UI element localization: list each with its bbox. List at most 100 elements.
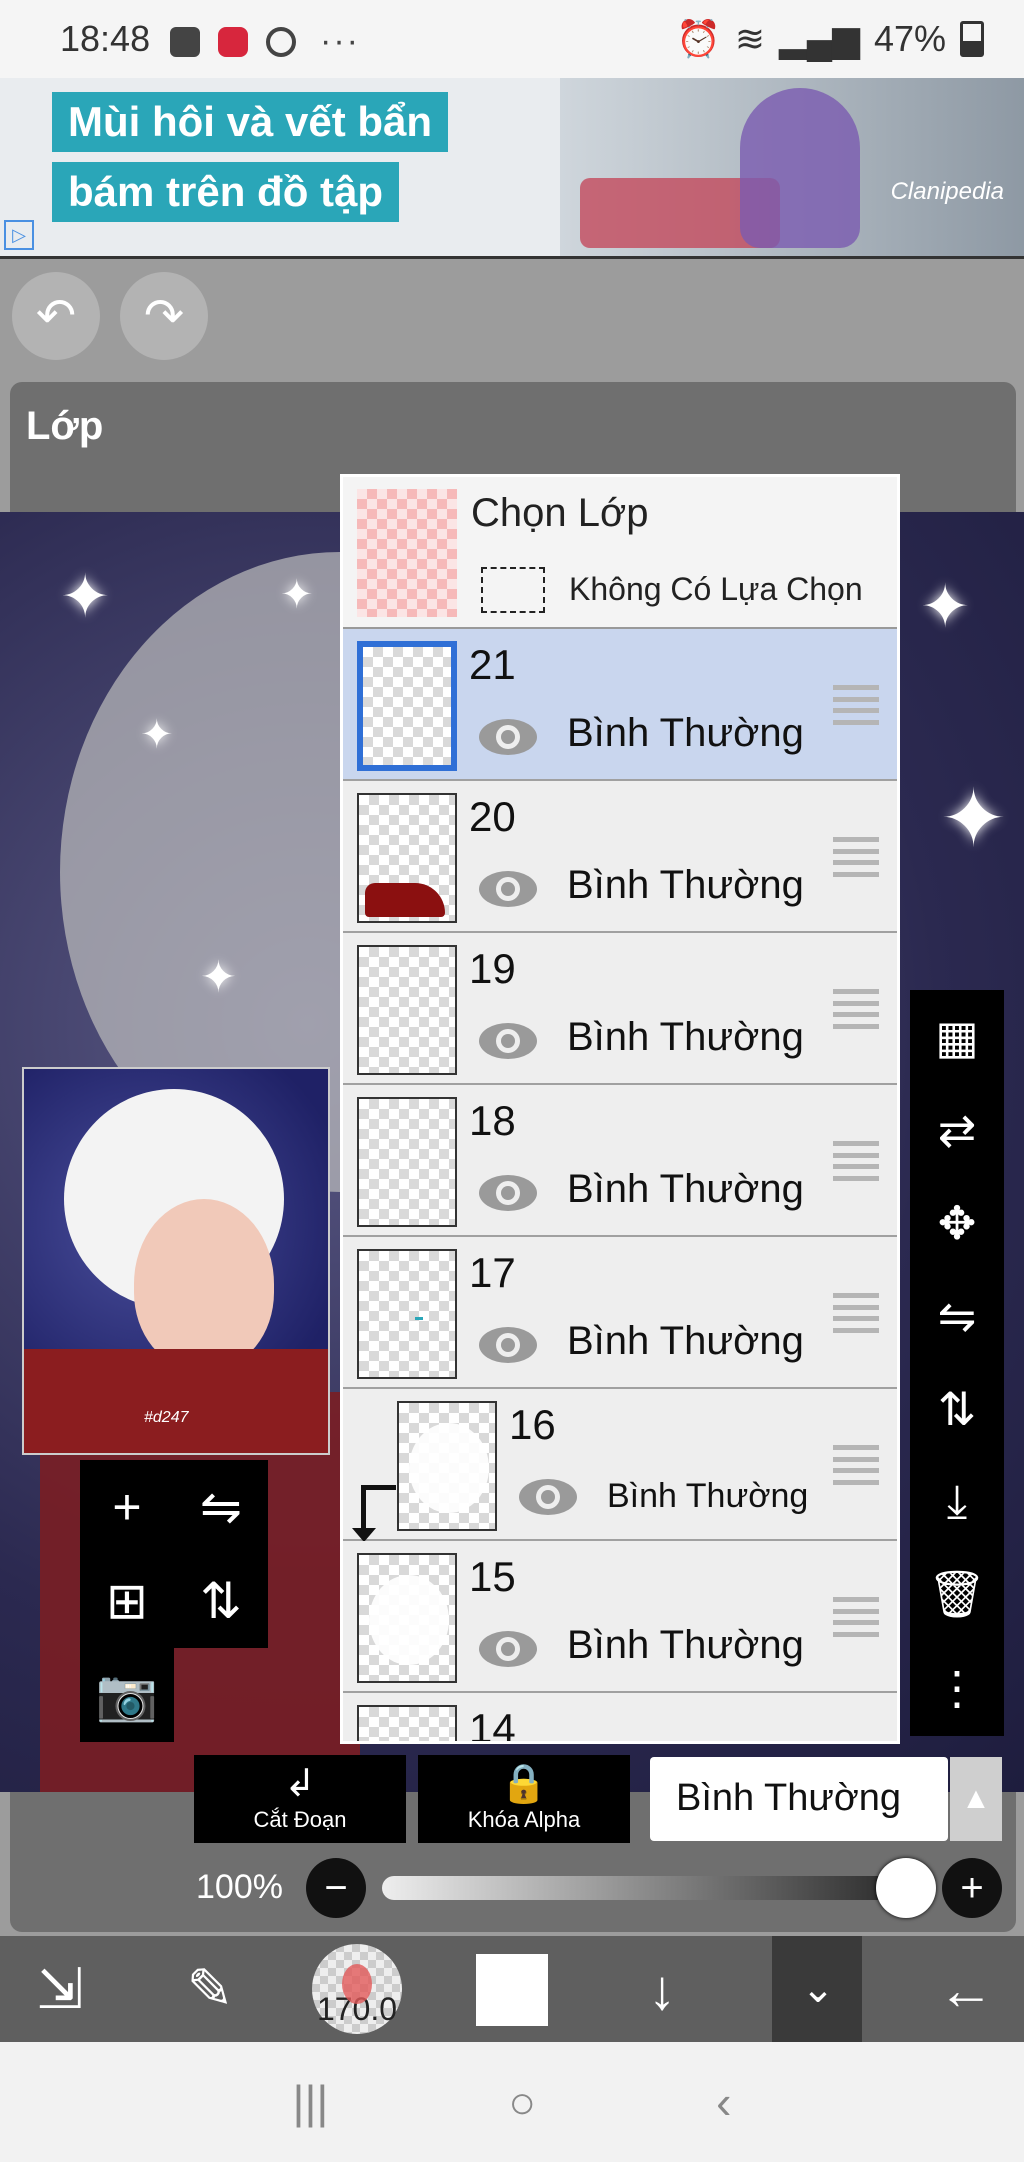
- drag-handle-icon[interactable]: [833, 685, 879, 725]
- drag-handle-icon[interactable]: [833, 837, 879, 877]
- sparkle-icon: ✦: [280, 573, 314, 617]
- alpha-lock-label: Khóa Alpha: [467, 1807, 581, 1832]
- transparency-icon[interactable]: ▦: [910, 990, 1004, 1083]
- thumb-scarf: [24, 1349, 328, 1453]
- redo-button[interactable]: ↷: [120, 272, 208, 360]
- flip-horizontal-icon[interactable]: ⇋: [910, 1269, 1004, 1362]
- more-vertical-icon[interactable]: ⋮: [910, 1641, 1004, 1734]
- down-arrow-icon[interactable]: ↓: [612, 1936, 712, 2042]
- layer-row[interactable]: 14: [343, 1693, 897, 1741]
- trash-icon[interactable]: 🗑: [910, 1548, 1004, 1641]
- color-swatch[interactable]: [476, 1954, 548, 2026]
- drag-handle-icon[interactable]: [833, 1293, 879, 1333]
- ad-line-2: bám trên đồ tập: [52, 162, 400, 222]
- lock-icon: 🔒: [500, 1763, 548, 1805]
- drag-handle-icon[interactable]: [833, 989, 879, 1029]
- layer-number: 15: [469, 1553, 516, 1600]
- ad-line-1: Mùi hôi và vết bẩn: [52, 92, 449, 152]
- panel-title: Lớp: [26, 404, 104, 448]
- right-toolbar: ▦ ⇄ ✥ ⇋ ⇅ ⤓ 🗑 ⋮: [910, 990, 1004, 1736]
- opacity-value: 100%: [196, 1868, 283, 1906]
- layer-toolbox: + ⇋ ⊞ ⇅ 📷: [80, 1460, 268, 1742]
- layer-thumbnail: [357, 793, 457, 923]
- opacity-decrease-button[interactable]: −: [306, 1858, 366, 1918]
- layer-blend-mode: Bình Thường: [567, 1015, 804, 1059]
- brush-size-button[interactable]: 170.0: [312, 1944, 402, 2034]
- layer-row[interactable]: 21 Bình Thường: [343, 629, 897, 781]
- visibility-eye-icon[interactable]: [477, 1323, 539, 1367]
- layer-blend-mode: Bình Thường: [607, 1477, 809, 1515]
- chevron-down-icon[interactable]: ⌄: [768, 1936, 868, 2042]
- clip-button[interactable]: ↲ Cắt Đoạn: [194, 1755, 406, 1843]
- layer-thumbnail: [357, 1553, 457, 1683]
- layer-list[interactable]: Chọn Lớp Không Có Lựa Chọn 21 Bình Thường…: [340, 474, 900, 1744]
- transform-tool-icon[interactable]: ⇲: [10, 1936, 110, 2042]
- alpha-lock-button[interactable]: 🔒 Khóa Alpha: [418, 1755, 630, 1843]
- visibility-eye-icon[interactable]: [477, 715, 539, 759]
- signal-icon: ▂▄▆: [779, 18, 860, 59]
- undo-button[interactable]: ↶: [12, 272, 100, 360]
- selection-marquee-icon: [481, 567, 545, 613]
- layer-row[interactable]: 18 Bình Thường: [343, 1085, 897, 1237]
- layer-row[interactable]: 15 Bình Thường: [343, 1541, 897, 1693]
- more-notifications-icon: ···: [320, 22, 360, 60]
- thumb-signature: #d247: [144, 1409, 189, 1426]
- flip-vertical-icon[interactable]: ⇅: [910, 1362, 1004, 1455]
- battery-percent: 47%: [873, 18, 946, 59]
- back-button[interactable]: ‹: [716, 2075, 731, 2129]
- layer-blend-mode: Bình Thường: [567, 1167, 804, 1211]
- layer-thumbnail: [357, 945, 457, 1075]
- layer-blend-mode: Bình Thường: [567, 1319, 804, 1363]
- layer-thumbnail: [357, 1705, 457, 1741]
- back-arrow-icon[interactable]: ←: [916, 1936, 1016, 2042]
- visibility-eye-icon[interactable]: [477, 1627, 539, 1671]
- duplicate-layer-button[interactable]: ⊞: [80, 1554, 174, 1648]
- reference-thumbnail[interactable]: #d247: [22, 1067, 330, 1455]
- layer-thumbnail: [357, 641, 457, 771]
- main-toolbar: ⇲ ✎ 170.0 ↓ ⌄ ←: [0, 1936, 1024, 2042]
- sparkle-icon: ✦: [140, 713, 174, 757]
- selection-thumbnail: [357, 489, 457, 617]
- visibility-eye-icon[interactable]: [477, 1171, 539, 1215]
- home-button[interactable]: ○: [508, 2075, 536, 2129]
- add-layer-button[interactable]: +: [80, 1460, 174, 1554]
- drag-handle-icon[interactable]: [833, 1141, 879, 1181]
- visibility-eye-icon[interactable]: [517, 1475, 579, 1519]
- brush-tool-icon[interactable]: ✎: [160, 1936, 260, 2042]
- blend-mode-dropdown-icon[interactable]: ▲: [950, 1757, 1002, 1841]
- opacity-increase-button[interactable]: +: [942, 1858, 1002, 1918]
- clip-label: Cắt Đoạn: [253, 1807, 347, 1832]
- clipping-arrow-icon: [352, 1485, 396, 1542]
- layer-number: 16: [509, 1401, 556, 1448]
- camera-button[interactable]: 📷: [80, 1648, 174, 1742]
- move-icon[interactable]: ✥: [910, 1176, 1004, 1269]
- layer-thumbnail: [357, 1097, 457, 1227]
- visibility-eye-icon[interactable]: [477, 1019, 539, 1063]
- layer-row[interactable]: 17 Bình Thường: [343, 1237, 897, 1389]
- layer-row[interactable]: 19 Bình Thường: [343, 933, 897, 1085]
- layer-blend-mode: Bình Thường: [567, 1623, 804, 1667]
- opacity-slider-handle[interactable]: [876, 1858, 936, 1918]
- blend-mode-select[interactable]: Bình Thường: [650, 1757, 948, 1841]
- status-time: 18:48: [60, 18, 151, 59]
- layer-row[interactable]: 20 Bình Thường: [343, 781, 897, 933]
- opacity-slider[interactable]: [382, 1876, 922, 1900]
- merge-down-icon[interactable]: ⤓: [910, 1455, 1004, 1548]
- flip-layer-button[interactable]: ⇋: [174, 1460, 268, 1554]
- recent-apps-button[interactable]: |||: [293, 2075, 329, 2129]
- flip-vertical-button[interactable]: ⇅: [174, 1554, 268, 1648]
- visibility-eye-icon[interactable]: [477, 867, 539, 911]
- ad-banner[interactable]: Mùi hôi và vết bẩn bám trên đồ tập Clani…: [0, 78, 1024, 259]
- sparkle-icon: ✦: [920, 573, 971, 640]
- layer-row[interactable]: 16 Bình Thường: [343, 1389, 897, 1542]
- ad-person: [740, 88, 860, 248]
- drag-handle-icon[interactable]: [833, 1597, 879, 1637]
- swap-icon[interactable]: ⇄: [910, 1083, 1004, 1176]
- layer-thumbnail: [357, 1249, 457, 1379]
- clip-arrow-icon: ↲: [284, 1763, 316, 1805]
- selection-layer-row[interactable]: Chọn Lớp Không Có Lựa Chọn: [343, 477, 897, 629]
- status-bar: 18:48 ··· ⏰ ≋ ▂▄▆ 47%: [0, 0, 1024, 78]
- drag-handle-icon[interactable]: [833, 1445, 879, 1485]
- opacity-row: 100% − +: [196, 1858, 1006, 1920]
- ad-choices-icon[interactable]: ▷: [4, 220, 34, 250]
